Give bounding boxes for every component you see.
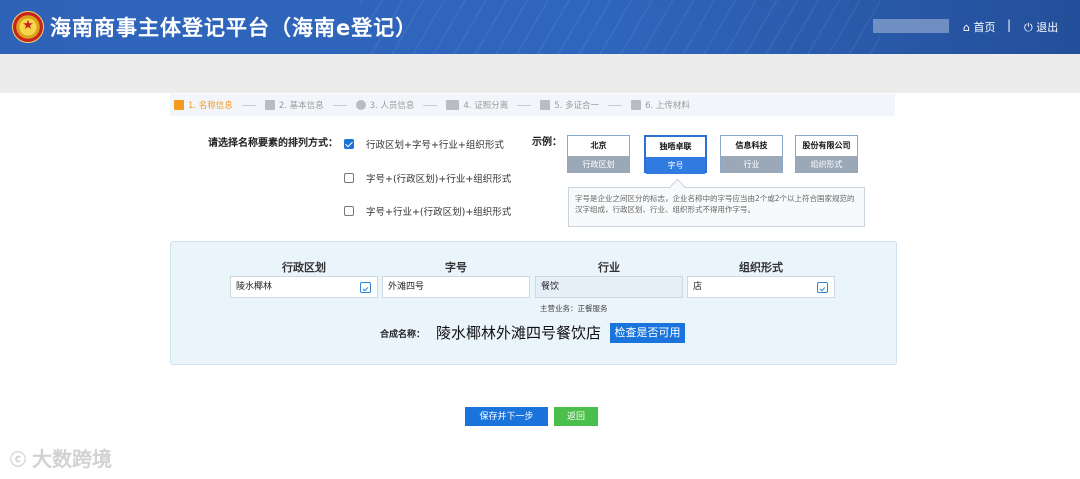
example-card-caption: 行政区划: [568, 156, 629, 173]
nav-separator: |: [1007, 18, 1012, 32]
arrangement-option-1[interactable]: 行政区划+字号+行业+组织形式: [344, 137, 504, 151]
main-business-note: 主营业务：正餐服务: [540, 304, 608, 313]
app-header: ★ 海南商事主体登记平台（海南e登记） ⌂ 首页 | ⏻ 退出: [0, 0, 1080, 54]
industry-field[interactable]: 餐饮: [535, 276, 683, 298]
arrangement-checkbox-2[interactable]: [344, 173, 354, 183]
bar-chart-icon: [174, 100, 184, 110]
logout-link[interactable]: ⏻ 退出: [1024, 19, 1058, 35]
header-decoration: [360, 0, 880, 54]
arrangement-option-text: 行政区划+字号+行业+组织形式: [366, 140, 504, 151]
person-icon: [355, 100, 366, 110]
step-personnel-info[interactable]: 3. 人员信息: [355, 99, 415, 111]
home-label: 首页: [973, 21, 996, 34]
example-card-sample: 股份有限公司: [802, 140, 851, 150]
example-card-trade-name: 独唔卓联 字号: [644, 135, 707, 174]
watermark-text: 大数跨境: [32, 447, 113, 471]
trade-name-field[interactable]: 外滩四号: [382, 276, 530, 298]
example-card-sample: 北京: [590, 140, 607, 150]
org-form-value: 店: [693, 282, 703, 292]
arrangement-label: 请选择名称要素的排列方式：: [208, 138, 338, 149]
column-header-industry: 行业: [598, 261, 620, 274]
back-button[interactable]: 返回: [554, 407, 598, 426]
check-availability-button[interactable]: 检查是否可用: [610, 323, 685, 343]
power-icon: ⏻: [1024, 21, 1033, 34]
column-header-org-form: 组织形式: [739, 261, 783, 274]
logout-label: 退出: [1036, 21, 1059, 34]
step-license-separation[interactable]: 4. 证照分离: [446, 99, 508, 111]
step-name-info[interactable]: 1. 名称信息: [174, 99, 233, 111]
sub-header-band: [0, 54, 1080, 93]
arrangement-option-3[interactable]: 字号+行业+(行政区划)+组织形式: [344, 204, 511, 218]
step-label: 1. 名称信息: [188, 101, 233, 111]
step-connector: [517, 104, 532, 106]
step-connector: [241, 104, 256, 106]
example-card-industry: 信息科技 行业: [720, 135, 783, 173]
arrangement-option-2[interactable]: 字号+(行政区划)+行业+组织形式: [344, 171, 511, 185]
example-card-region: 北京 行政区划: [567, 135, 630, 173]
step-label: 5. 多证合一: [554, 101, 600, 111]
example-card-caption: 组织形式: [796, 156, 857, 173]
example-card-caption: 行业: [721, 156, 782, 173]
edit-icon[interactable]: [360, 282, 371, 293]
progress-steps: 1. 名称信息 2. 基本信息 3. 人员信息 4. 证照分离 5. 多证合一 …: [170, 94, 895, 116]
home-link[interactable]: ⌂ 首页: [963, 19, 995, 35]
step-label: 4. 证照分离: [463, 101, 509, 111]
step-upload-materials[interactable]: 6. 上传材料: [631, 99, 690, 111]
watermark-logo-icon: ⓒ: [10, 449, 27, 469]
site-title: 海南商事主体登记平台（海南e登记）: [50, 16, 418, 40]
example-label: 示例：: [532, 137, 562, 148]
combined-name-label: 合成名称：: [380, 330, 426, 340]
document-icon: [540, 100, 551, 110]
arrangement-checkbox-1[interactable]: [344, 139, 354, 149]
arrangement-option-text: 字号+(行政区划)+行业+组织形式: [366, 174, 512, 185]
column-header-region: 行政区划: [282, 261, 326, 274]
trade-name-tooltip: 字号是企业之间区分的标志，企业名称中的字号应当由2个或2个以上符合国家规范的汉字…: [568, 187, 865, 227]
example-card-caption: 字号: [646, 157, 705, 174]
save-next-button[interactable]: 保存并下一步: [465, 407, 548, 426]
org-form-field[interactable]: 店: [687, 276, 835, 298]
step-label: 2. 基本信息: [278, 101, 324, 111]
combined-name-value: 陵水椰林外滩四号餐饮店: [436, 324, 602, 342]
step-multi-license[interactable]: 5. 多证合一: [540, 99, 599, 111]
cards-icon: [446, 100, 460, 110]
step-label: 6. 上传材料: [645, 101, 690, 111]
edit-icon[interactable]: [817, 282, 828, 293]
upload-icon: [631, 100, 642, 110]
trade-name-value: 外滩四号: [388, 282, 425, 292]
home-icon: ⌂: [963, 21, 970, 34]
national-emblem-icon: ★: [12, 11, 44, 43]
bar-chart-icon: [264, 100, 275, 110]
step-basic-info[interactable]: 2. 基本信息: [264, 99, 324, 111]
example-card-sample: 独唔卓联: [659, 141, 692, 151]
column-header-trade-name: 字号: [445, 261, 467, 274]
example-card-sample: 信息科技: [735, 140, 768, 150]
step-connector: [332, 104, 347, 106]
region-value: 陵水椰林: [236, 282, 273, 292]
user-name-redacted: [873, 19, 949, 33]
region-field[interactable]: 陵水椰林: [230, 276, 378, 298]
step-connector: [608, 104, 623, 106]
industry-value: 餐饮: [541, 282, 560, 292]
arrangement-checkbox-3[interactable]: [344, 206, 354, 216]
step-label: 3. 人员信息: [369, 101, 415, 111]
arrangement-option-text: 字号+行业+(行政区划)+组织形式: [366, 207, 512, 218]
example-card-org-form: 股份有限公司 组织形式: [795, 135, 858, 173]
step-connector: [423, 104, 438, 106]
watermark: ⓒ 大数跨境: [10, 443, 112, 472]
